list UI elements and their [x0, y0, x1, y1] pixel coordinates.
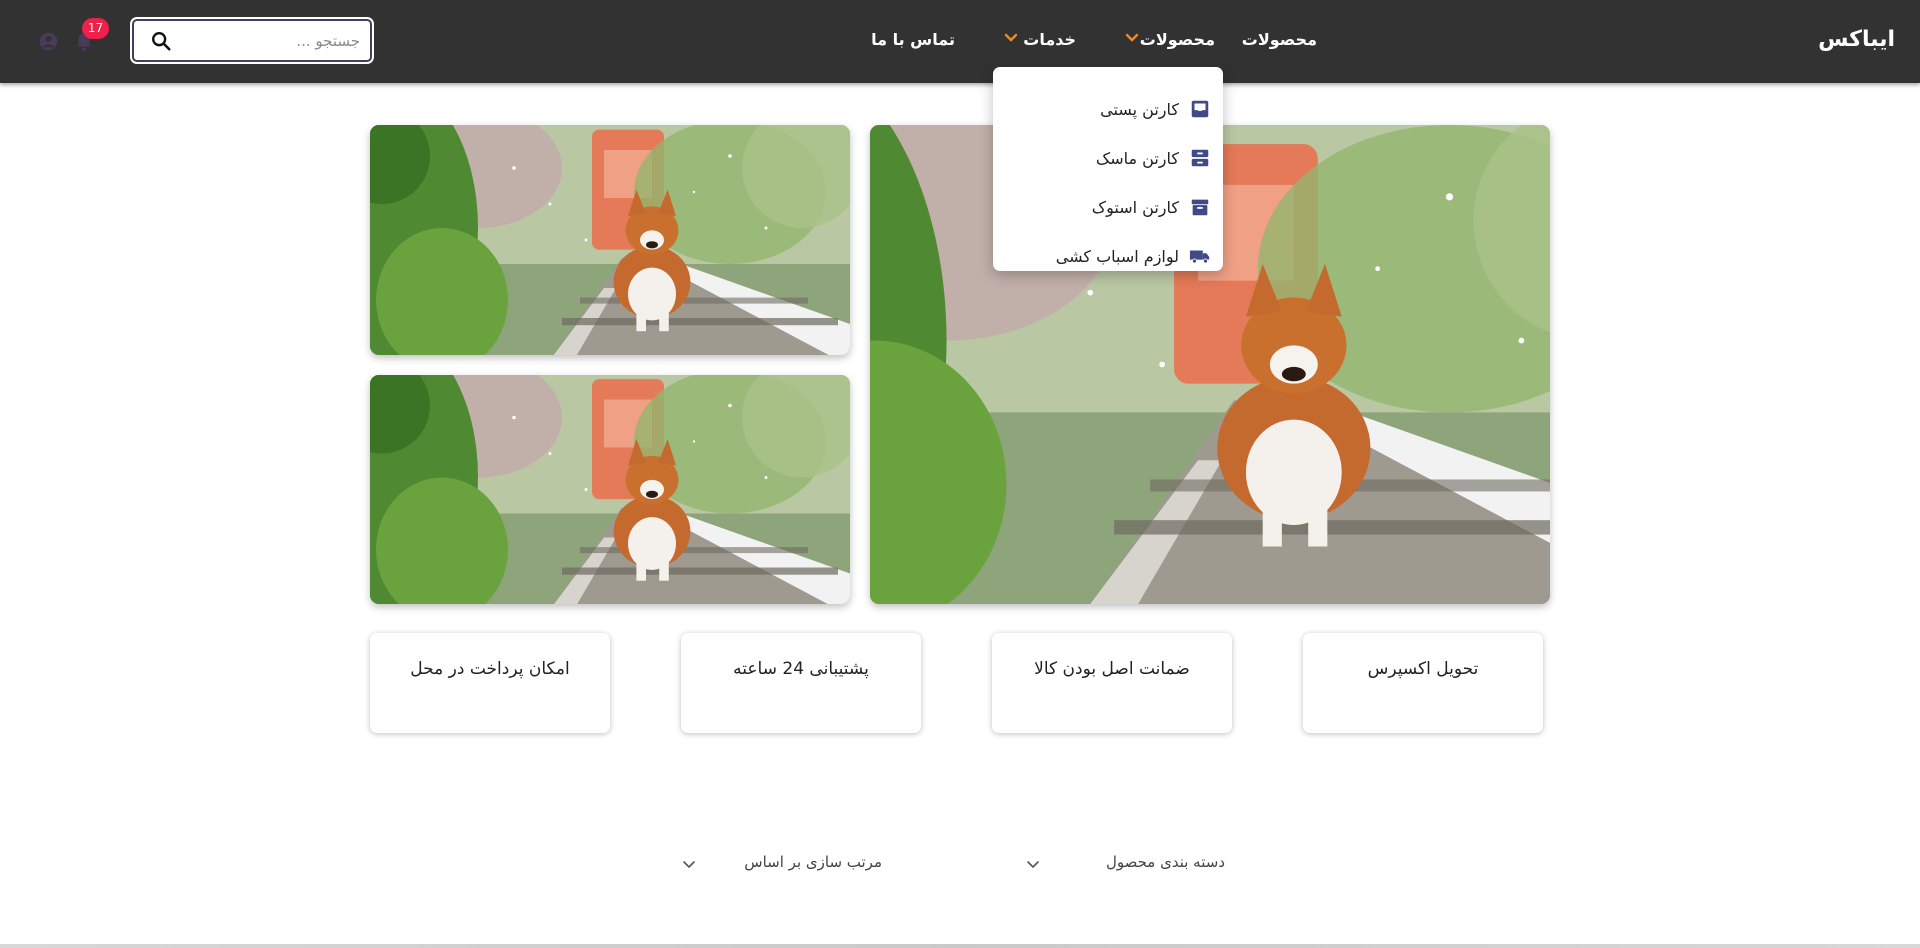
chevron-down-icon[interactable]	[1026, 858, 1040, 872]
search-icon[interactable]	[150, 30, 172, 52]
search-box	[132, 19, 372, 62]
dropdown-item-postal-box[interactable]: کارتن پستی	[1100, 95, 1211, 123]
hero-side-image-top[interactable]	[370, 125, 850, 355]
dropdown-item-label: کارتن ماسک	[1095, 148, 1179, 168]
dropdown-item-label: کارتن پستی	[1100, 99, 1179, 119]
dropdown-item-label: لوازم اسباب کشی	[1055, 246, 1179, 266]
feature-card-express-delivery: تحویل اکسپرس	[1303, 633, 1543, 733]
feature-card-authenticity: ضمانت اصل بودن کالا	[992, 633, 1232, 733]
chevron-down-icon[interactable]	[1125, 31, 1139, 45]
section-divider	[0, 944, 1920, 948]
account-icon[interactable]	[38, 31, 59, 52]
dropdown-item-moving-supplies[interactable]: لوازم اسباب کشی	[1056, 242, 1211, 270]
nav-contact-link[interactable]: تماس با ما	[871, 30, 955, 49]
chevron-down-icon[interactable]	[682, 858, 696, 872]
corgi-photo	[370, 375, 850, 604]
tray-icon	[1191, 149, 1209, 167]
corgi-photo	[370, 125, 850, 355]
dropdown-item-stock-box[interactable]: کارتن استوک	[1092, 193, 1211, 221]
top-navbar: ایباکس محصولات محصولات خدمات تماس با ما …	[0, 0, 1920, 83]
search-input[interactable]	[180, 29, 360, 53]
feature-label: ضمانت اصل بودن کالا	[1034, 659, 1190, 679]
category-filter-select[interactable]: دسته بندی محصول	[1106, 853, 1225, 871]
site-logo[interactable]: ایباکس	[1818, 27, 1895, 52]
services-dropdown-menu: کارتن پستی کارتن ماسک کارتن استوک لوازم …	[993, 67, 1223, 271]
chevron-down-icon[interactable]	[1004, 31, 1018, 45]
nav-products-link[interactable]: محصولات	[1242, 30, 1317, 49]
dropdown-item-mask-box[interactable]: کارتن ماسک	[1096, 144, 1211, 172]
nav-services-menu[interactable]: خدمات	[1023, 30, 1076, 49]
feature-label: تحویل اکسپرس	[1367, 659, 1479, 679]
archive-icon	[1191, 199, 1209, 216]
dropdown-item-label: کارتن استوک	[1091, 197, 1179, 217]
feature-card-support: پشتیبانی 24 ساعته	[681, 633, 921, 733]
nav-products-menu[interactable]: محصولات	[1140, 30, 1215, 49]
feature-card-cash-on-delivery: امکان پرداخت در محل	[370, 633, 610, 733]
feature-label: امکان پرداخت در محل	[410, 659, 570, 679]
notification-count-badge: 17	[82, 18, 109, 39]
inbox-icon	[1191, 100, 1209, 118]
truck-icon	[1189, 250, 1210, 264]
hero-side-image-bottom[interactable]	[370, 375, 850, 604]
sort-by-select[interactable]: مرتب سازی بر اساس	[744, 853, 882, 871]
feature-label: پشتیبانی 24 ساعته	[733, 659, 869, 679]
